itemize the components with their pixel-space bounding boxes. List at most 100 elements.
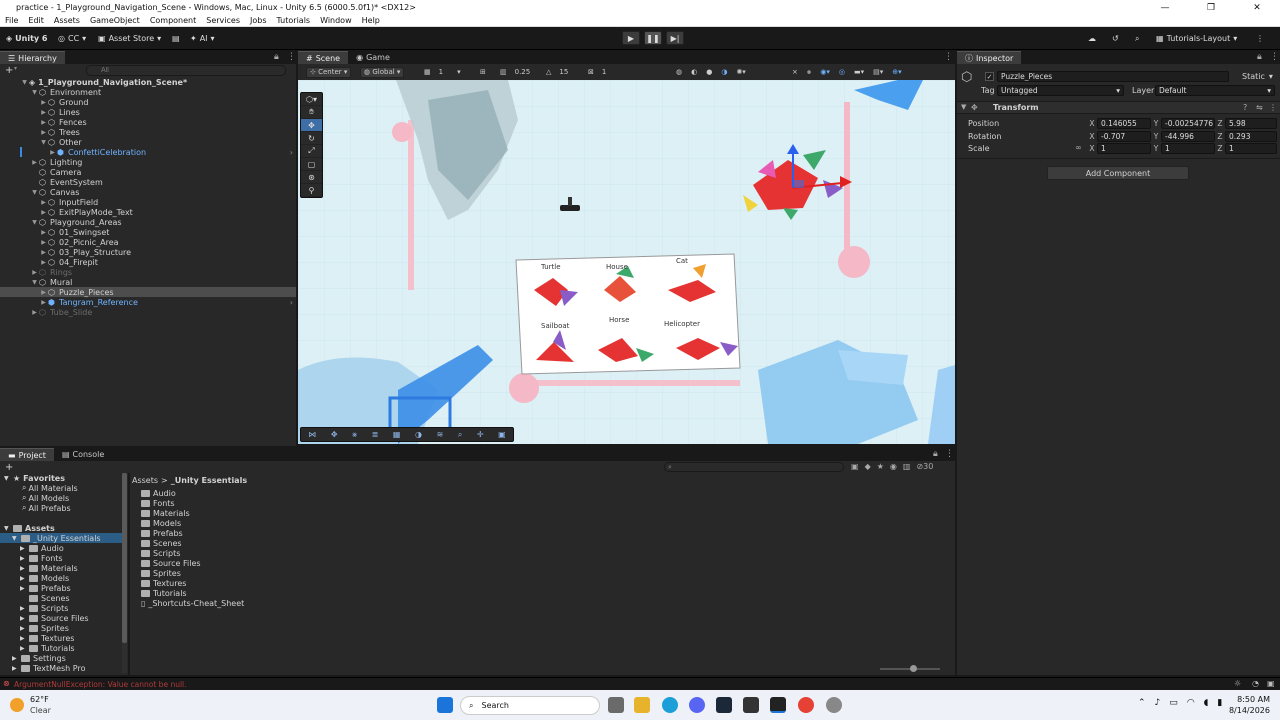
rotation-y-value[interactable]: -44.996 xyxy=(1161,131,1215,142)
snap-control[interactable]: ⊞ xyxy=(480,66,486,78)
tree-textures[interactable]: ▶ Textures xyxy=(20,633,74,643)
folder-item-scripts[interactable]: Scripts xyxy=(141,548,180,558)
icon-size-slider[interactable] xyxy=(880,665,940,672)
hierarchy-item-confetti[interactable]: ▶ ⬢ ConfettiCelebration › xyxy=(20,147,296,157)
cc-dropdown[interactable]: ◎ CC ▾ xyxy=(58,32,86,45)
grid-snap-control[interactable]: ▦ 1 ▾ xyxy=(424,66,461,78)
tool-transform[interactable]: ⊛ xyxy=(301,171,322,184)
tool-move[interactable]: ✥ xyxy=(301,119,322,132)
project-search-input[interactable]: ⌕ xyxy=(664,462,844,472)
scale-x-value[interactable]: 1 xyxy=(1097,143,1151,154)
package-button[interactable]: ▤ xyxy=(172,32,180,45)
filter-label-icon[interactable]: ◆ xyxy=(865,462,871,471)
tree-fonts[interactable]: ▶ Fonts xyxy=(20,553,63,563)
folder-item-models[interactable]: Models xyxy=(141,518,181,528)
folder-item-materials[interactable]: Materials xyxy=(141,508,190,518)
asset-store-dropdown[interactable]: ▣ Asset Store ▾ xyxy=(98,32,161,45)
add-component-button[interactable]: Add Component xyxy=(1047,166,1189,180)
overlay-icon-10[interactable]: ▣ xyxy=(498,430,506,439)
more-vert-icon[interactable]: ⋮ xyxy=(945,449,954,459)
favorite-all-materials[interactable]: ⌕ All Materials xyxy=(22,483,78,493)
hierarchy-item-firepit[interactable]: ▶ ⬡ 04_Firepit xyxy=(39,257,98,268)
assets-header[interactable]: ▼ Assets xyxy=(4,523,55,533)
hierarchy-item-lighting[interactable]: ▶ ⬡ Lighting xyxy=(30,157,82,168)
hierarchy-item-ground[interactable]: ▶ ⬡ Ground xyxy=(39,97,88,108)
tree-scrollbar[interactable] xyxy=(122,473,127,673)
tool-custom[interactable]: ⚲ xyxy=(301,184,322,197)
hierarchy-item-camera[interactable]: ⬡ Camera xyxy=(30,167,81,178)
wifi-icon[interactable]: ◠ xyxy=(1187,698,1195,708)
tool-scale[interactable]: ⤢ xyxy=(301,145,322,158)
lighting-toggle-icon[interactable]: ◑ xyxy=(721,68,727,76)
tag-dropdown[interactable]: Untagged ▾ xyxy=(997,85,1124,96)
rotation-x-value[interactable]: -0.707 xyxy=(1097,131,1151,142)
overlay-icon-4[interactable]: ≣ xyxy=(372,430,379,439)
menu-component[interactable]: Component xyxy=(145,16,201,25)
pause-button[interactable]: ❚❚ xyxy=(644,31,662,45)
hierarchy-item-play-structure[interactable]: ▶ ⬡ 03_Play_Structure xyxy=(39,247,131,258)
add-object-button[interactable]: + xyxy=(5,65,13,76)
task-view-icon[interactable] xyxy=(608,697,624,713)
effects-icon[interactable]: ✺▾ xyxy=(736,68,745,76)
static-toggle[interactable]: Static ▾ xyxy=(1242,71,1273,82)
rotation-y[interactable]: Y -44.996 xyxy=(1151,131,1215,142)
menu-assets[interactable]: Assets xyxy=(49,16,85,25)
toolbar-menu-button[interactable]: ⋮ xyxy=(1256,32,1264,45)
folder-item-textures[interactable]: Textures xyxy=(141,578,186,588)
rotation-z-value[interactable]: 0.293 xyxy=(1225,131,1277,142)
preset-icon[interactable]: ⇋ xyxy=(1256,103,1263,112)
progress-icon[interactable]: ◔ xyxy=(1252,679,1259,688)
taskbar-search[interactable]: ⌕ Search xyxy=(460,696,600,715)
chrome-icon[interactable] xyxy=(798,697,814,713)
hierarchy-item-lines[interactable]: ▶ ⬡ Lines xyxy=(39,107,80,118)
position-x-value[interactable]: 0.146055 xyxy=(1097,118,1151,129)
app-icon[interactable] xyxy=(826,697,842,713)
scale-y-value[interactable]: 1 xyxy=(1161,143,1215,154)
tree-audio[interactable]: ▶ Audio xyxy=(20,543,64,553)
tree-tutorials[interactable]: ▶ Tutorials xyxy=(20,643,75,653)
overlay-icon-7[interactable]: ≋ xyxy=(437,430,444,439)
hierarchy-item-exitplaymode[interactable]: ▶ ⬡ ExitPlayMode_Text xyxy=(39,207,133,218)
scale-z[interactable]: Z1 xyxy=(1215,143,1277,154)
splitter[interactable] xyxy=(128,473,130,675)
maximize-button[interactable]: ❐ xyxy=(1188,3,1234,13)
favorite-all-models[interactable]: ⌕ All Models xyxy=(22,493,69,503)
active-toggle[interactable]: ✓ xyxy=(985,71,994,82)
hierarchy-item-tangram[interactable]: ▶ ⬢ Tangram_Reference › xyxy=(39,297,296,308)
position-y-value[interactable]: -0.00254776 xyxy=(1161,118,1215,129)
step-button[interactable]: ▶| xyxy=(666,31,684,45)
eye-icon[interactable]: ◎ xyxy=(839,68,845,76)
tree-settings[interactable]: ▶ Settings xyxy=(12,653,66,663)
package-icon[interactable]: ▥ xyxy=(903,462,911,471)
hierarchy-item-eventsystem[interactable]: ⬡ EventSystem xyxy=(30,177,103,188)
favorite-all-prefabs[interactable]: ⌕ All Prefabs xyxy=(22,503,71,513)
hierarchy-item-trees[interactable]: ▶ ⬡ Trees xyxy=(39,127,80,138)
audio-mute-icon[interactable]: ⨯ xyxy=(792,68,798,76)
layer-dropdown[interactable]: Default ▾ xyxy=(1155,85,1275,96)
sphere-icon[interactable]: ● xyxy=(706,68,712,76)
overlay-icon-5[interactable]: ▦ xyxy=(393,430,401,439)
hierarchy-item-inputfield[interactable]: ▶ ⬡ InputField xyxy=(39,197,98,208)
hierarchy-item-rings[interactable]: ▶ ⬡ Rings xyxy=(30,267,72,278)
hierarchy-item-tube-slide[interactable]: ▶ ⬡ Tube_Slide xyxy=(30,307,92,318)
tree-source-files[interactable]: ▶ Source Files xyxy=(20,613,89,623)
eye-toggle-icon[interactable]: ◉ xyxy=(890,462,897,471)
shading-icon[interactable]: ◐ xyxy=(691,68,697,76)
weather-widget[interactable]: 62°F Clear xyxy=(10,694,51,716)
debug-icon[interactable]: ☼ xyxy=(1234,679,1241,688)
menu-file[interactable]: File xyxy=(0,16,23,25)
tree-prefabs[interactable]: ▶ Prefabs xyxy=(20,583,71,593)
monitor-icon[interactable]: ▭ xyxy=(1169,698,1178,708)
hierarchy-item-other[interactable]: ▼ ⬡ Other xyxy=(39,137,82,148)
tree-scripts[interactable]: ▶ Scripts xyxy=(20,603,68,613)
play-button[interactable]: ▶ xyxy=(622,31,640,45)
hierarchy-item-puzzle-pieces[interactable]: ▶ ⬡ Puzzle_Pieces xyxy=(0,287,296,297)
tree-unity-essentials[interactable]: ▼ _Unity Essentials xyxy=(0,533,122,543)
tree-models[interactable]: ▶ Models xyxy=(20,573,69,583)
rotation-z[interactable]: Z 0.293 xyxy=(1215,131,1277,142)
hierarchy-item-fences[interactable]: ▶ ⬡ Fences xyxy=(39,117,86,128)
more-vert-icon[interactable]: ⋮ xyxy=(287,52,296,62)
scale-snap-control[interactable]: ⊠ 1 xyxy=(588,66,606,78)
discord-icon[interactable] xyxy=(689,697,705,713)
file-explorer-icon[interactable] xyxy=(634,697,650,713)
